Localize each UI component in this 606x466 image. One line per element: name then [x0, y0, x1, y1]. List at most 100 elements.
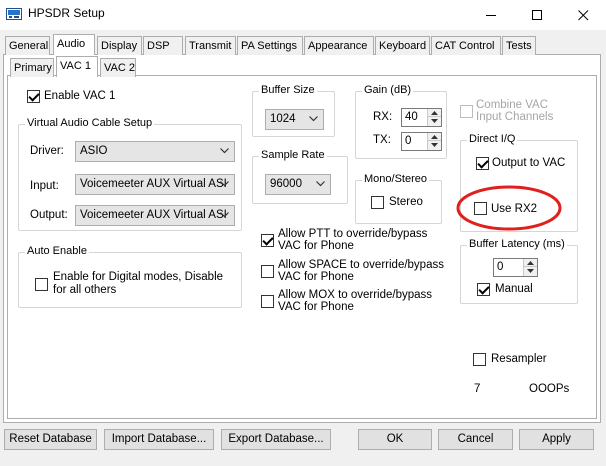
chevron-down-icon: [220, 181, 229, 187]
buffer-latency-title: Buffer Latency (ms): [467, 238, 567, 250]
allow-ptt-line2: VAC for Phone: [278, 240, 354, 252]
spin-up-button[interactable]: [524, 259, 537, 267]
tab-dsp[interactable]: DSP: [143, 36, 183, 55]
caret-up-icon: [431, 110, 438, 115]
tab-cat-control[interactable]: CAT Control: [431, 36, 501, 55]
ooops-counter: 7: [474, 383, 481, 395]
chevron-down-icon: [220, 148, 229, 154]
tx-gain-value: 0: [405, 135, 412, 147]
buffer-size-value: 1024: [270, 113, 296, 125]
buffer-latency-spinner[interactable]: 0: [493, 258, 538, 277]
caret-up-icon: [431, 134, 438, 139]
sample-rate-select[interactable]: 96000: [265, 174, 331, 195]
caret-down-icon: [431, 143, 438, 147]
output-device-select[interactable]: Voicemeeter AUX Virtual ASI: [75, 205, 235, 226]
reset-database-button[interactable]: Reset Database: [4, 429, 97, 450]
allow-space-line1: Allow SPACE to override/bypass: [278, 259, 444, 271]
combine-vac-checkbox[interactable]: [460, 105, 473, 118]
spin-down-button[interactable]: [428, 141, 441, 149]
spin-up-button[interactable]: [428, 133, 441, 141]
buffer-size-title: Buffer Size: [259, 84, 317, 96]
app-icon: [6, 6, 22, 22]
allow-ptt-checkbox[interactable]: [261, 234, 274, 247]
tab-primary[interactable]: Primary: [10, 58, 54, 77]
minimize-button[interactable]: [468, 0, 514, 30]
auto-enable-line2: for all others: [53, 284, 117, 296]
buffer-size-select[interactable]: 1024: [265, 109, 324, 130]
driver-select[interactable]: ASIO: [75, 141, 235, 162]
rx-gain-spinner[interactable]: 40: [401, 108, 442, 127]
tx-gain-label: TX:: [373, 134, 391, 146]
caret-down-icon: [527, 269, 534, 273]
driver-label: Driver:: [30, 145, 64, 157]
direct-iq-title: Direct I/Q: [467, 133, 518, 145]
tab-audio[interactable]: Audio: [53, 34, 95, 55]
allow-mox-line2: VAC for Phone: [278, 301, 354, 313]
resampler-checkbox[interactable]: [473, 353, 486, 366]
manual-latency-label: Manual: [495, 283, 533, 295]
auto-enable-line1: Enable for Digital modes, Disable: [53, 271, 224, 283]
spin-up-button[interactable]: [428, 109, 441, 117]
allow-space-checkbox[interactable]: [261, 265, 274, 278]
input-device-select[interactable]: Voicemeeter AUX Virtual ASI: [75, 174, 235, 195]
caret-up-icon: [527, 260, 534, 265]
tab-display[interactable]: Display: [97, 36, 142, 55]
cancel-button[interactable]: Cancel: [438, 429, 513, 450]
output-to-vac-label: Output to VAC: [492, 157, 566, 169]
spin-down-button[interactable]: [524, 267, 537, 275]
window-title: HPSDR Setup: [28, 6, 105, 20]
gain-title: Gain (dB): [362, 84, 414, 96]
driver-value: ASIO: [80, 145, 108, 157]
tab-tests[interactable]: Tests: [502, 36, 536, 55]
allow-mox-line1: Allow MOX to override/bypass: [278, 289, 433, 301]
allow-space-line2: VAC for Phone: [278, 271, 354, 283]
annotation-circle: [456, 185, 562, 231]
tab-vac1[interactable]: VAC 1: [56, 56, 98, 77]
stereo-label: Stereo: [389, 196, 423, 208]
output-label: Output:: [30, 209, 68, 221]
apply-button[interactable]: Apply: [519, 429, 594, 450]
export-database-button[interactable]: Export Database...: [221, 429, 331, 450]
combine-vac-line2: Input Channels: [476, 111, 554, 123]
chevron-down-icon: [309, 116, 318, 122]
tab-transmit[interactable]: Transmit: [185, 36, 236, 55]
input-label: Input:: [30, 180, 59, 192]
resampler-label: Resampler: [491, 353, 547, 365]
maximize-icon: [531, 9, 542, 20]
close-window-button[interactable]: [560, 0, 606, 30]
allow-mox-checkbox[interactable]: [261, 295, 274, 308]
tx-gain-spinner[interactable]: 0: [401, 132, 442, 151]
tab-pa-settings[interactable]: PA Settings: [237, 36, 303, 55]
chevron-down-icon: [316, 181, 325, 187]
allow-ptt-line1: Allow PTT to override/bypass: [278, 228, 428, 240]
mono-stereo-title: Mono/Stereo: [362, 173, 429, 185]
caret-down-icon: [431, 119, 438, 123]
chevron-down-icon: [220, 212, 229, 218]
ooops-label: OOOPs: [529, 383, 570, 395]
stereo-checkbox[interactable]: [371, 196, 384, 209]
combine-vac-line1: Combine VAC: [476, 99, 549, 111]
buffer-latency-value: 0: [497, 261, 504, 273]
enable-vac1-checkbox[interactable]: [27, 90, 40, 103]
tab-general[interactable]: General: [5, 36, 50, 55]
ok-button[interactable]: OK: [358, 429, 432, 450]
manual-latency-checkbox[interactable]: [477, 283, 490, 296]
maximize-button[interactable]: [514, 0, 560, 30]
sample-rate-title: Sample Rate: [259, 149, 327, 161]
rx-gain-value: 40: [405, 111, 418, 123]
spin-down-button[interactable]: [428, 117, 441, 125]
import-database-button[interactable]: Import Database...: [104, 429, 214, 450]
output-device-value: Voicemeeter AUX Virtual ASI: [80, 209, 227, 221]
tab-vac2[interactable]: VAC 2: [100, 58, 136, 77]
close-icon: [577, 9, 588, 20]
output-to-vac-checkbox[interactable]: [476, 157, 489, 170]
tab-keyboard[interactable]: Keyboard: [375, 36, 430, 55]
enable-vac1-label: Enable VAC 1: [44, 90, 116, 102]
tab-appearance[interactable]: Appearance: [304, 36, 374, 55]
auto-enable-checkbox[interactable]: [35, 278, 48, 291]
sample-rate-value: 96000: [270, 178, 302, 190]
rx-gain-label: RX:: [373, 111, 393, 123]
minimize-icon: [485, 14, 496, 16]
input-device-value: Voicemeeter AUX Virtual ASI: [80, 178, 227, 190]
auto-enable-title: Auto Enable: [25, 245, 89, 257]
